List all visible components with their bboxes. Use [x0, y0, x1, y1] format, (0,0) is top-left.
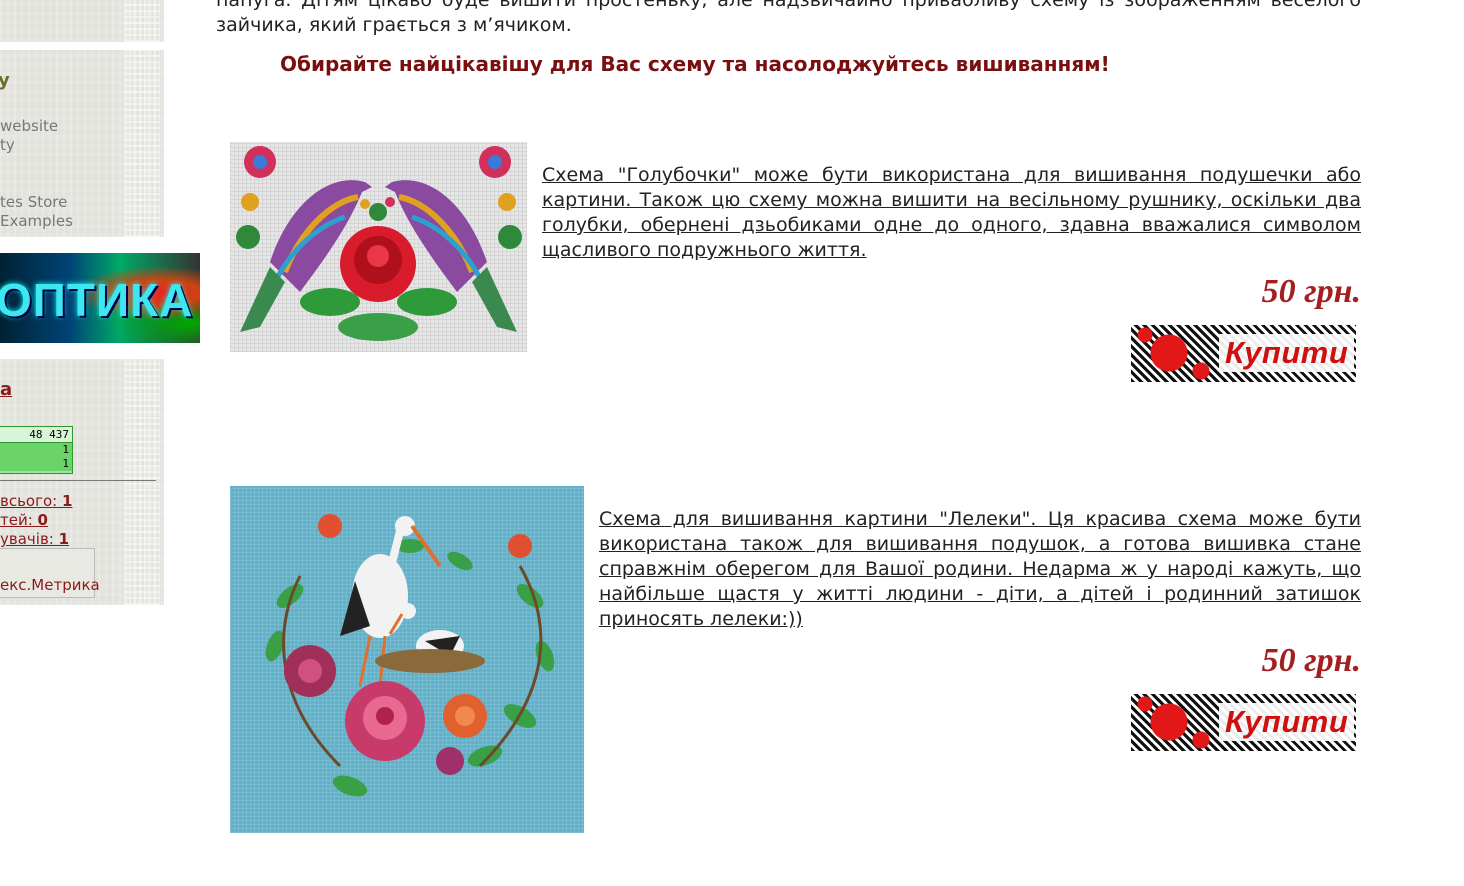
- stat-line-total[interactable]: всього: 1: [0, 492, 72, 510]
- stats-heading-link[interactable]: a: [0, 379, 12, 400]
- buy-button-label: Купити: [1219, 703, 1355, 741]
- sidebar-divider: [0, 480, 156, 481]
- optika-banner-text: ОПТИКА: [0, 274, 194, 326]
- product-description[interactable]: Схема для вишивання картини "Лелеки". Ця…: [599, 507, 1361, 632]
- visit-counter[interactable]: 48 437 1 1: [0, 426, 73, 474]
- buy-button[interactable]: Купити: [1131, 325, 1356, 382]
- counter-online: 1: [0, 457, 72, 471]
- sidebar-link-ty[interactable]: ty: [0, 136, 15, 154]
- stat-line-guests[interactable]: тей: 0: [0, 511, 48, 529]
- stat-value: 1: [62, 492, 73, 510]
- counter-today: 1: [0, 443, 72, 457]
- stat-label: всього:: [0, 492, 62, 510]
- stat-value: 1: [58, 530, 70, 548]
- product-price: 50 грн.: [1261, 642, 1361, 679]
- counter-total: 48 437: [0, 427, 72, 443]
- product-price: 50 грн.: [1261, 273, 1361, 310]
- product-description[interactable]: Схема "Голубочки" може бути використана …: [542, 163, 1361, 263]
- sidebar-block-top: [0, 0, 164, 42]
- sidebar-link-examples[interactable]: Examples: [0, 212, 73, 230]
- stat-value: 0: [37, 511, 48, 529]
- buy-button-label: Купити: [1219, 334, 1355, 372]
- buy-button[interactable]: Купити: [1131, 694, 1356, 751]
- stat-line-users[interactable]: увачів: 1: [0, 530, 69, 548]
- sidebar-links-block: y website ty tes Store Examples: [0, 50, 164, 237]
- metrika-link[interactable]: екс.Метрика: [0, 576, 100, 594]
- optika-banner[interactable]: ОПТИКА: [0, 253, 200, 343]
- sidebar-block-heading: y: [0, 70, 10, 91]
- stat-label: тей:: [0, 511, 38, 529]
- page-headline: Обирайте найцікавішу для Вас схему та на…: [280, 52, 1110, 76]
- embroidery-storks-icon: [265, 514, 555, 797]
- product-image-leleky[interactable]: [230, 486, 584, 833]
- embroidery-birds-icon: [236, 146, 522, 341]
- stat-label: увачів:: [0, 530, 59, 548]
- product-image-golubochky[interactable]: [230, 142, 527, 352]
- sidebar-link-website[interactable]: website: [0, 117, 58, 135]
- intro-paragraph: папуга. Дітям цікаво буде вишити простен…: [216, 0, 1361, 36]
- sidebar-link-store[interactable]: tes Store: [0, 193, 67, 211]
